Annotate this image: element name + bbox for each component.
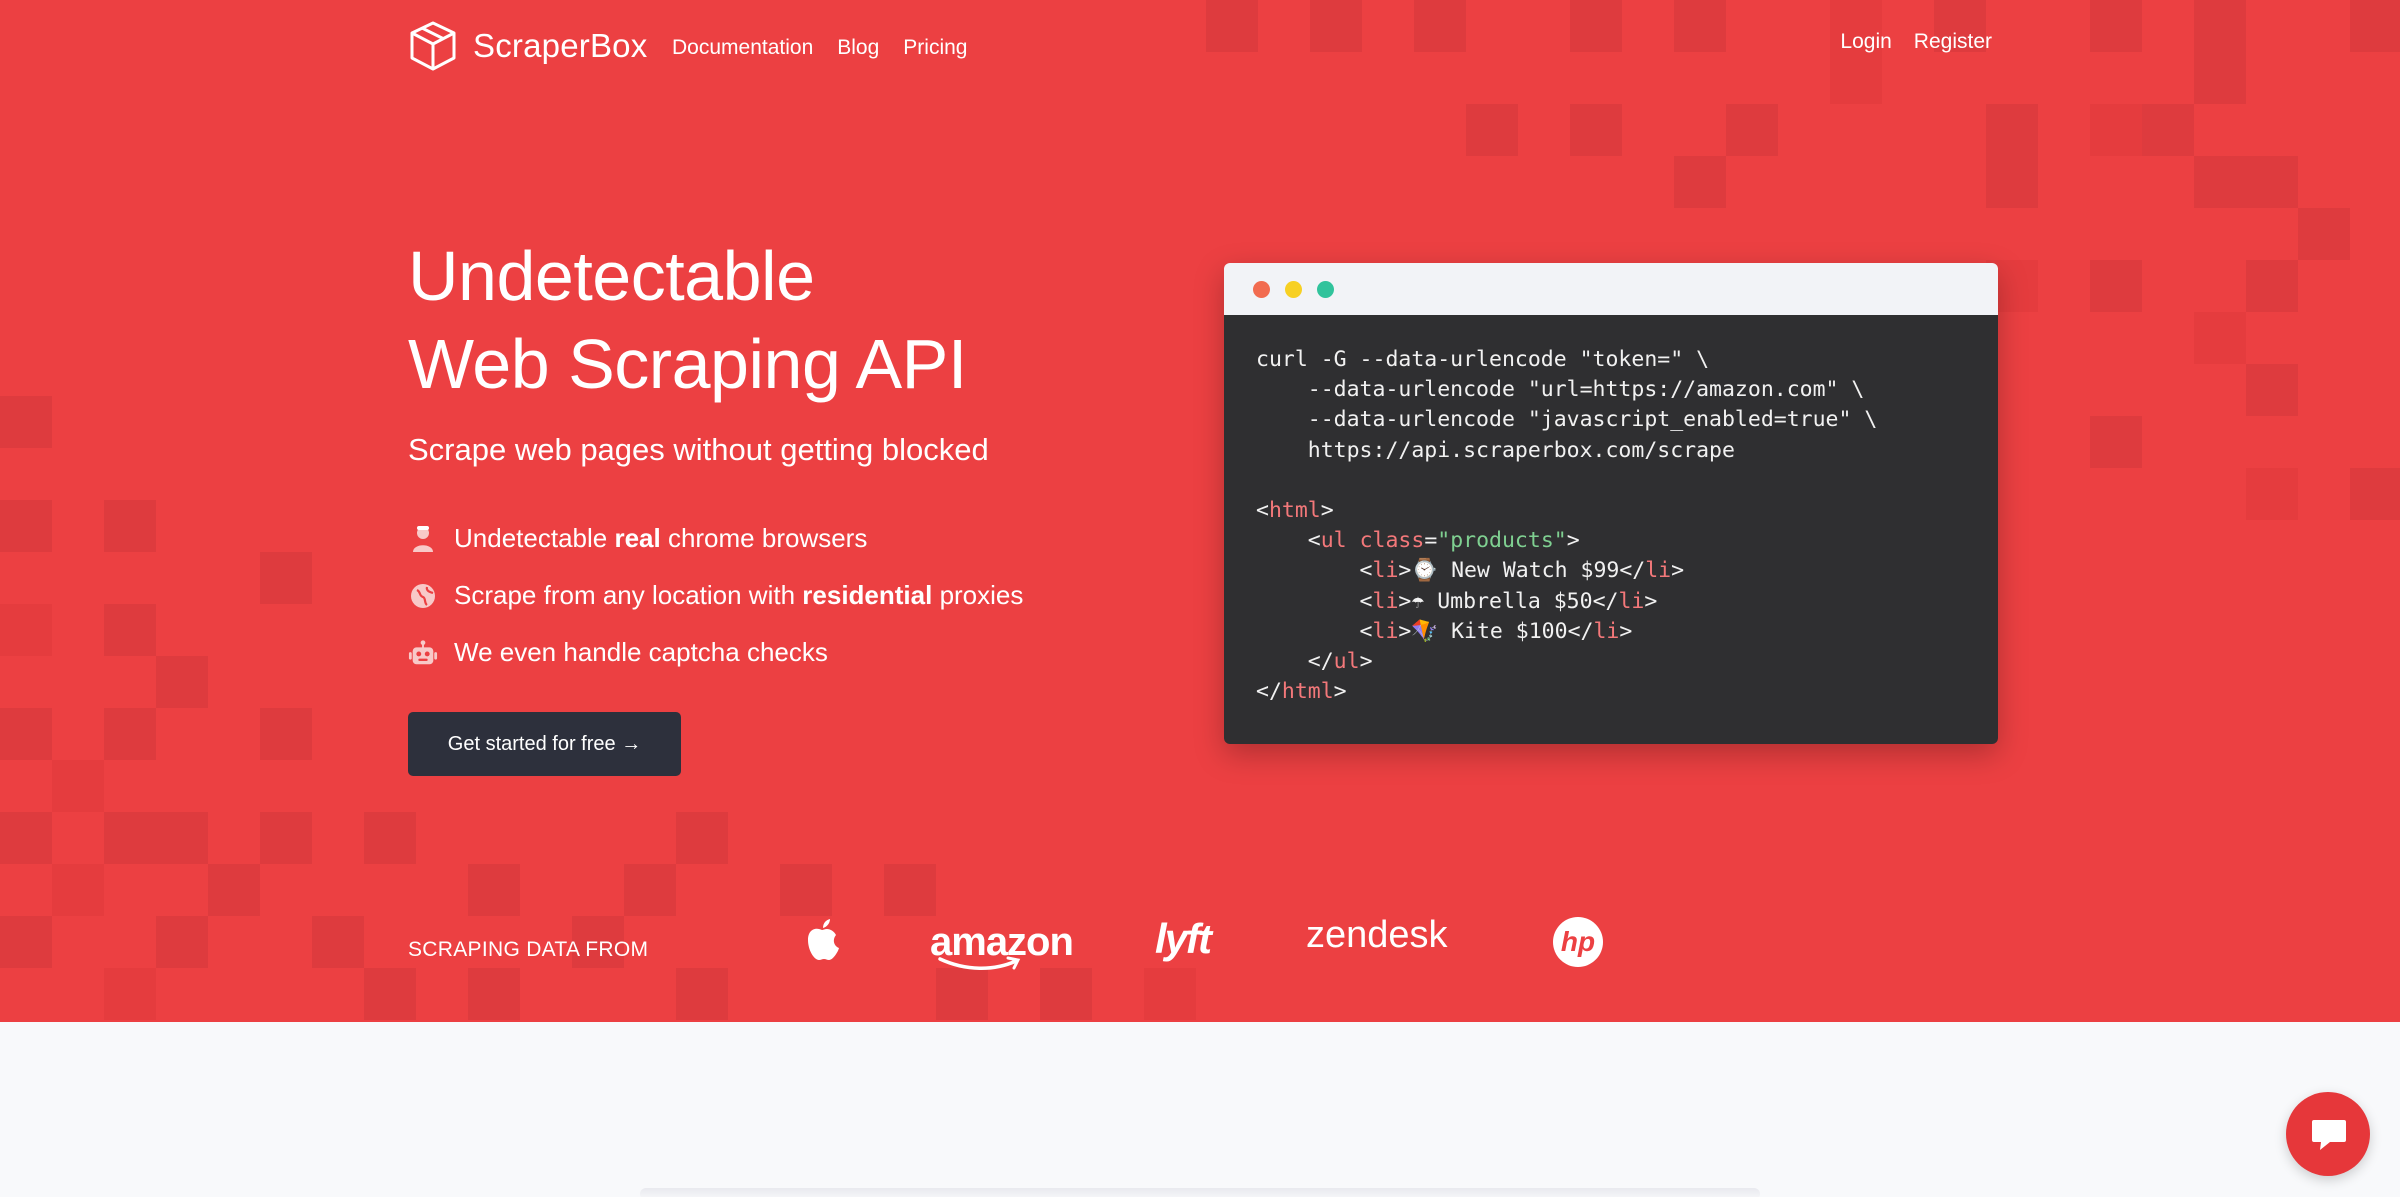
top-nav: ScraperBox Documentation Blog Pricing Lo… <box>408 18 1992 74</box>
code-line: <li>☂ Umbrella $50</li> <box>1256 588 1658 614</box>
amazon-smile-icon <box>938 956 1021 970</box>
hero-subheadline: Scrape web pages without getting blocked <box>408 432 989 467</box>
lyft-logo: lyft <box>1155 915 1212 962</box>
brand-name: ScraperBox <box>473 27 648 64</box>
content-card-edge <box>640 1188 1760 1197</box>
code-line: </html> <box>1256 679 1347 705</box>
hero-headline: Undetectable Web Scraping API <box>408 232 967 408</box>
window-titlebar <box>1224 263 1998 315</box>
code-line: <ul class="products"> <box>1256 528 1580 554</box>
feature-text: We even handle captcha checks <box>454 637 828 667</box>
chat-icon <box>2312 1120 2346 1150</box>
box-icon <box>410 21 456 71</box>
code-line: <li>🪁 Kite $100</li> <box>1256 618 1633 644</box>
code-example-window: curl -G --data-urlencode "token=" \ --da… <box>1224 263 1998 744</box>
robot-icon <box>408 638 438 668</box>
brand-logo[interactable]: ScraperBox <box>408 20 647 72</box>
register-link[interactable]: Register <box>1914 30 1992 54</box>
code-line: <html> <box>1256 498 1334 524</box>
feature-list: Undetectable real chrome browsers Scrape… <box>408 510 1023 681</box>
maximize-dot-icon <box>1317 281 1334 298</box>
globe-icon <box>408 581 438 611</box>
get-started-button[interactable]: Get started for free → <box>408 712 681 776</box>
minimize-dot-icon <box>1285 281 1302 298</box>
zendesk-logo: zendesk <box>1306 914 1448 956</box>
feature-item: Undetectable real chrome browsers <box>408 510 1023 567</box>
code-line: </ul> <box>1256 649 1373 675</box>
logos-label: SCRAPING DATA FROM <box>408 938 649 961</box>
user-icon <box>408 524 438 554</box>
code-line: --data-urlencode "javascript_enabled=tru… <box>1256 407 1878 433</box>
feature-text: Undetectable real chrome browsers <box>454 523 868 553</box>
hero-section: ScraperBox Documentation Blog Pricing Lo… <box>0 0 2400 1022</box>
feature-item: Scrape from any location with residentia… <box>408 567 1023 624</box>
nav-link-documentation[interactable]: Documentation <box>672 36 813 60</box>
feature-item: We even handle captcha checks <box>408 624 1023 681</box>
feature-text: Scrape from any location with residentia… <box>454 580 1024 610</box>
headline-line-1: Undetectable <box>408 237 815 315</box>
code-block: curl -G --data-urlencode "token=" \ --da… <box>1224 315 1998 744</box>
code-line: <li>⌚ New Watch $99</li> <box>1256 558 1685 584</box>
headline-line-2: Web Scraping API <box>408 325 967 403</box>
login-link[interactable]: Login <box>1840 30 1891 54</box>
nav-link-pricing[interactable]: Pricing <box>903 36 967 60</box>
code-line: --data-urlencode "url=https://amazon.com… <box>1256 377 1865 403</box>
code-line: curl -G --data-urlencode "token=" \ <box>1256 347 1710 372</box>
hp-logo: hp <box>1553 917 1603 967</box>
chat-button[interactable] <box>2286 1092 2370 1176</box>
close-dot-icon <box>1253 281 1270 298</box>
apple-logo-icon <box>802 918 842 967</box>
code-line: https://api.scraperbox.com/scrape <box>1256 437 1735 463</box>
nav-link-blog[interactable]: Blog <box>837 36 879 60</box>
